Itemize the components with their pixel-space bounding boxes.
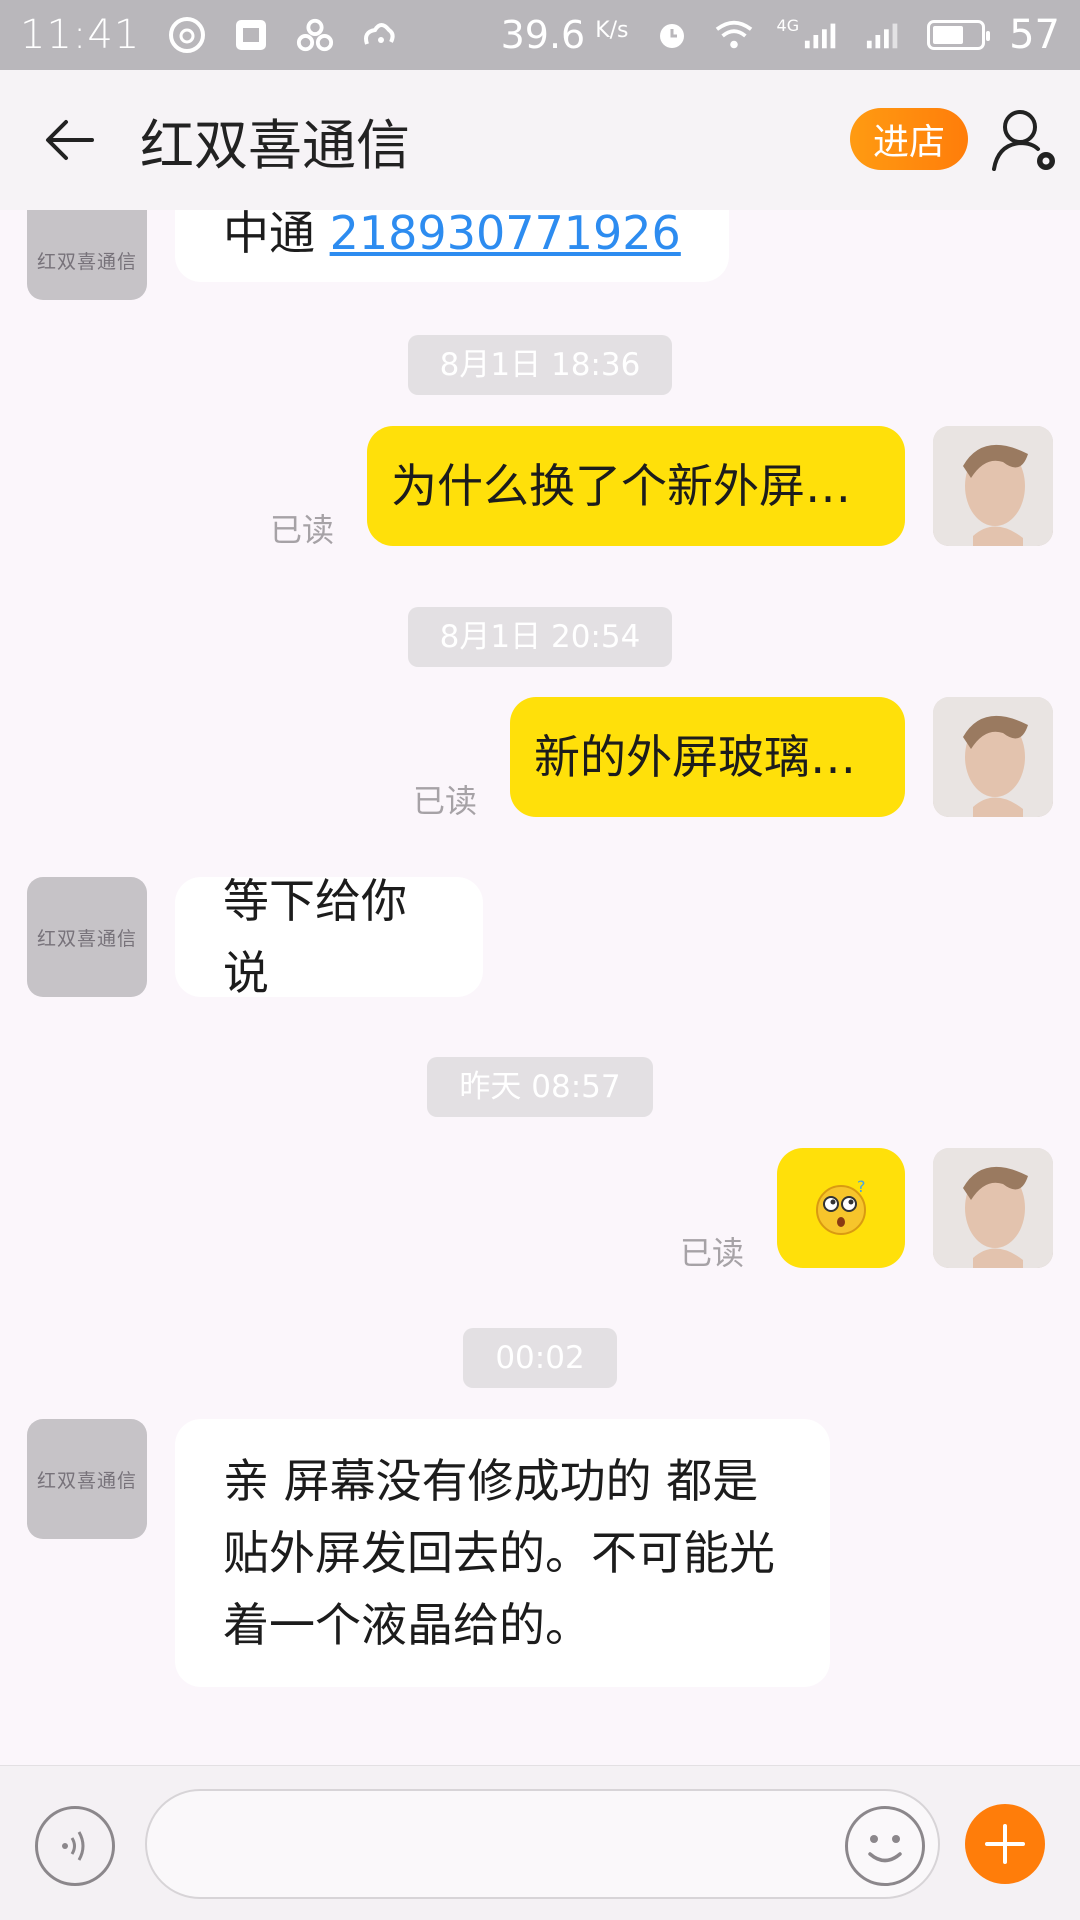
message-text: 为什么换了个新外屏…	[391, 459, 851, 513]
confused-emoji-icon: ?	[816, 1178, 866, 1235]
message-text: 新的外屏玻璃…	[534, 730, 856, 784]
notification-icons	[168, 16, 398, 54]
shop-avatar[interactable]: 红双喜通信	[27, 877, 147, 997]
message-input[interactable]	[145, 1789, 940, 1899]
chat-area[interactable]: 红双喜通信 中通 218930771926 8月1日 18:36 已读 为什么换…	[0, 210, 1080, 1765]
network-type: 4G	[776, 15, 800, 35]
user-photo-image	[933, 1148, 1053, 1268]
profile-settings-button[interactable]	[990, 105, 1060, 175]
message-text-line: 亲 屏幕没有修成功的 都是	[223, 1454, 759, 1508]
app-swirl-icon	[296, 16, 334, 54]
shop-avatar[interactable]: 红双喜通信	[27, 210, 147, 300]
my-avatar[interactable]	[933, 697, 1053, 817]
tieba-icon	[232, 16, 270, 54]
back-button[interactable]	[0, 70, 140, 210]
status-time: 11:41	[20, 12, 141, 58]
emoji-icon	[868, 1835, 902, 1863]
message-bubble-incoming[interactable]: 中通 218930771926	[175, 210, 729, 282]
voice-icon	[62, 1831, 85, 1861]
user-photo-image	[933, 697, 1053, 817]
shop-avatar[interactable]: 红双喜通信	[27, 1419, 147, 1539]
more-options-button[interactable]	[965, 1804, 1045, 1884]
message-text: 等下给你说	[223, 874, 407, 1000]
app-cloud-icon	[360, 16, 398, 54]
timestamp: 8月1日 20:54	[0, 607, 1080, 667]
message-text: 中通 218930771926	[223, 210, 681, 269]
wifi-icon	[715, 16, 753, 54]
read-receipt: 已读	[270, 511, 335, 549]
emoji-button[interactable]	[845, 1806, 925, 1886]
message-text-line: 着一个液晶给的。	[223, 1598, 591, 1652]
my-avatar[interactable]	[933, 1148, 1053, 1268]
battery-icon	[927, 20, 991, 50]
timestamp: 昨天 08:57	[0, 1057, 1080, 1117]
netease-music-icon	[168, 16, 206, 54]
message-bubble-outgoing[interactable]: 新的外屏玻璃…	[510, 697, 905, 817]
plus-icon	[985, 1824, 1025, 1864]
message-bubble-outgoing[interactable]: 为什么换了个新外屏…	[367, 426, 905, 546]
message-bubble-incoming[interactable]: 等下给你说	[175, 874, 483, 1000]
my-avatar[interactable]	[933, 426, 1053, 546]
read-receipt: 已读	[413, 782, 478, 820]
tracking-number-link[interactable]: 218930771926	[330, 210, 681, 260]
signal-4g-icon	[803, 16, 841, 54]
message-text-line: 贴外屏发回去的。不可能光	[223, 1526, 775, 1580]
message-bubble-outgoing[interactable]: ?	[777, 1148, 905, 1268]
timestamp: 8月1日 18:36	[0, 335, 1080, 395]
profile-settings-icon	[992, 110, 1055, 171]
svg-text:?: ?	[857, 1178, 866, 1196]
alarm-icon	[653, 16, 691, 54]
net-speed: 39.6	[500, 13, 586, 57]
input-bar	[0, 1765, 1080, 1920]
chat-header: 红双喜通信 进店	[0, 70, 1080, 210]
read-receipt: 已读	[680, 1234, 745, 1272]
status-right: 39.6 K/s 4G 57	[501, 12, 1060, 58]
voice-button[interactable]	[35, 1806, 115, 1886]
battery-level: 57	[1009, 12, 1060, 58]
signal-icon	[865, 16, 903, 54]
message-bubble-incoming[interactable]: 亲 屏幕没有修成功的 都是 贴外屏发回去的。不可能光 着一个液晶给的。	[175, 1419, 830, 1687]
timestamp: 00:02	[0, 1328, 1080, 1388]
status-bar: 11:41 39.6 K/s 4G 57	[0, 0, 1080, 70]
enter-shop-button[interactable]: 进店	[850, 108, 968, 170]
page-title: 红双喜通信	[140, 113, 410, 177]
user-photo-image	[933, 426, 1053, 546]
net-speed-unit: K/s	[595, 17, 629, 43]
back-arrow-icon	[46, 120, 94, 160]
